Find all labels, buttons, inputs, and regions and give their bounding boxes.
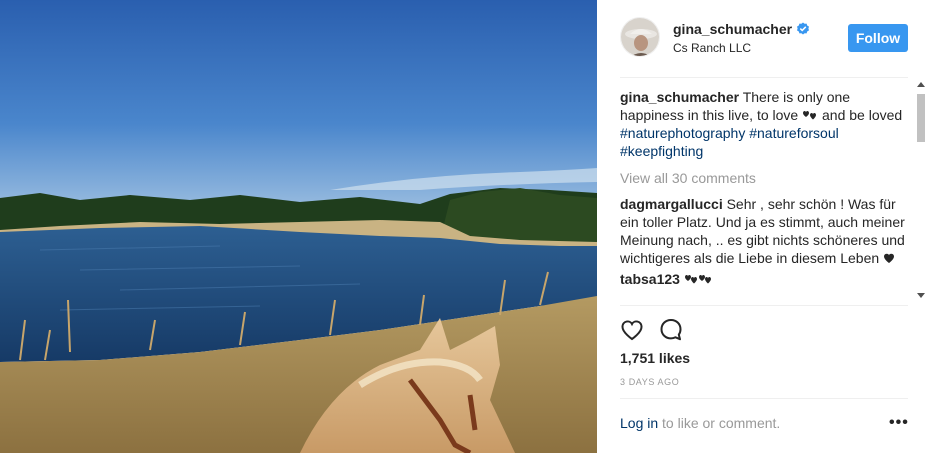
login-link[interactable]: Log in: [620, 415, 658, 431]
two-hearts-icon: [803, 111, 817, 120]
verified-badge-icon: [797, 22, 810, 35]
caption-username[interactable]: gina_schumacher: [620, 89, 739, 105]
post-header: gina_schumacher Cs Ranch LLC Follow: [597, 0, 930, 78]
comment-item: tabsa123: [620, 270, 912, 288]
post-username[interactable]: gina_schumacher: [673, 21, 810, 37]
actions-divider: [620, 305, 908, 306]
hashtag-naturephotography[interactable]: #naturephotography: [620, 125, 745, 141]
post-photo[interactable]: [0, 0, 597, 453]
post-sidebar: gina_schumacher Cs Ranch LLC Follow gina…: [597, 0, 930, 453]
login-prompt: Log in to like or comment.: [620, 415, 780, 431]
avatar[interactable]: [620, 17, 660, 57]
more-options-icon[interactable]: •••: [889, 414, 909, 432]
instagram-post: gina_schumacher Cs Ranch LLC Follow gina…: [0, 0, 930, 453]
comment-item: dagmargallucci Sehr , sehr schön ! Was f…: [620, 195, 912, 267]
view-all-comments-link[interactable]: View all 30 comments: [620, 169, 912, 187]
avatar-image: [621, 18, 659, 56]
caption-text-part-2: and be loved: [822, 107, 903, 123]
comment-username[interactable]: dagmargallucci: [620, 196, 723, 212]
comments-list[interactable]: gina_schumacher There is only one happin…: [620, 88, 912, 303]
hashtag-keepfighting[interactable]: #keepfighting: [620, 143, 703, 159]
hearts-emoji-icon: [684, 275, 711, 284]
post-location[interactable]: Cs Ranch LLC: [673, 41, 751, 55]
post-caption: gina_schumacher There is only one happin…: [620, 88, 912, 160]
like-button[interactable]: [619, 317, 645, 343]
login-prompt-text: to like or comment.: [658, 415, 781, 431]
login-divider: [620, 398, 908, 399]
scroll-down-arrow-icon[interactable]: [917, 293, 925, 298]
likes-count[interactable]: 1,751 likes: [620, 350, 690, 366]
username-text[interactable]: gina_schumacher: [673, 21, 792, 37]
heart-icon: [621, 320, 643, 341]
comment-icon: [660, 319, 682, 341]
comments-scrollbar[interactable]: [915, 80, 927, 302]
comment-button[interactable]: [658, 317, 684, 343]
hashtag-natureforsoul[interactable]: #natureforsoul: [749, 125, 839, 141]
header-divider: [620, 77, 908, 78]
landscape-with-horse-image: [0, 0, 597, 453]
heart-emoji-icon: [884, 253, 895, 263]
post-date[interactable]: 3 days ago: [620, 377, 679, 387]
scrollbar-thumb[interactable]: [917, 94, 925, 142]
comment-username[interactable]: tabsa123: [620, 271, 680, 287]
follow-button[interactable]: Follow: [848, 24, 908, 52]
scroll-up-arrow-icon[interactable]: [917, 82, 925, 87]
